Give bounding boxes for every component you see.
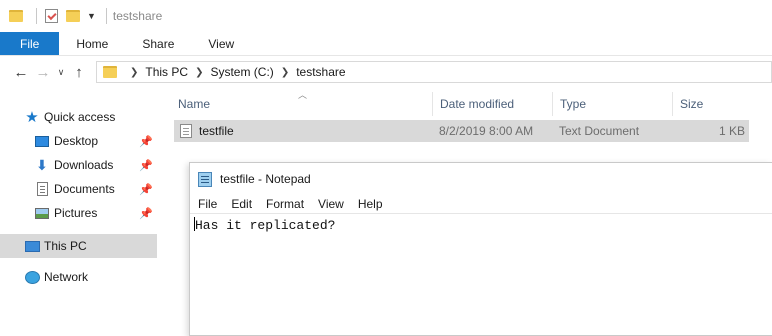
notepad-text-area[interactable]: Has it replicated? [190,213,772,335]
notepad-menu-bar: File Edit Format View Help [190,195,772,213]
title-separator [105,8,107,24]
new-folder-icon[interactable] [65,8,81,24]
pin-icon[interactable]: 📌 [139,135,153,148]
desktop-icon [34,133,50,149]
properties-icon[interactable] [43,8,59,24]
sidebar-item-network[interactable]: Network [0,265,157,289]
tab-share[interactable]: Share [125,32,191,55]
ribbon-tabs: File Home Share View [0,32,772,56]
column-header-name[interactable]: Name [170,92,432,116]
tab-home[interactable]: Home [59,32,125,55]
file-date-modified: 8/2/2019 8:00 AM [439,124,534,138]
sidebar-item-label: Documents [54,182,115,196]
pin-icon[interactable]: 📌 [139,159,153,172]
recent-locations-chevron-icon[interactable]: ∨ [54,61,68,83]
sidebar-item-quick-access[interactable]: ★ Quick access [0,105,157,129]
title-bar: ▼ testshare [0,0,772,32]
sidebar-item-pictures[interactable]: Pictures 📌 [0,201,157,225]
pin-icon[interactable]: 📌 [139,207,153,220]
toolbar-separator [36,8,37,24]
sidebar-item-documents[interactable]: Documents 📌 [0,177,157,201]
navigation-bar: ← → ∨ ↑ ❯ This PC ❯ System (C:) ❯ testsh… [0,56,772,88]
notepad-content: Has it replicated? [195,218,336,233]
notepad-title-bar[interactable]: testfile - Notepad [190,163,772,195]
breadcrumb-system-c[interactable]: System (C:) [210,65,273,79]
file-size: 1 KB [718,124,745,138]
file-type: Text Document [559,124,640,138]
breadcrumb-this-pc[interactable]: This PC [145,65,188,79]
notepad-icon [198,171,212,187]
sidebar-item-label: Quick access [44,110,116,124]
sidebar-item-label: This PC [44,239,87,253]
menu-format[interactable]: Format [259,197,311,211]
menu-edit[interactable]: Edit [224,197,259,211]
navigation-pane: ★ Quick access Desktop 📌 ⬇ Downloads 📌 D… [0,100,160,336]
sidebar-item-label: Pictures [54,206,98,220]
notepad-title: testfile - Notepad [220,172,311,186]
chevron-right-icon[interactable]: ❯ [130,67,138,78]
star-icon: ★ [25,109,39,126]
sidebar-item-this-pc[interactable]: This PC [0,234,157,258]
chevron-right-icon[interactable]: ❯ [195,67,203,78]
pictures-icon [34,205,50,221]
tab-file[interactable]: File [0,32,60,55]
sidebar-item-label: Network [44,270,89,284]
menu-view[interactable]: View [311,197,351,211]
menu-file[interactable]: File [190,197,224,211]
file-name: testfile [199,124,234,138]
customize-toolbar-dropdown-icon[interactable]: ▼ [87,11,96,21]
chevron-right-icon[interactable]: ❯ [281,67,289,78]
address-folder-icon [103,66,117,78]
notepad-window: testfile - Notepad File Edit Format View… [189,162,772,336]
tab-view[interactable]: View [191,32,251,55]
up-arrow-icon[interactable]: ↑ [68,61,90,83]
sidebar-item-desktop[interactable]: Desktop 📌 [0,129,157,153]
file-name-cell: testfile [180,120,234,142]
sidebar-item-downloads[interactable]: ⬇ Downloads 📌 [0,153,157,177]
downloads-icon: ⬇ [36,156,48,173]
sidebar-item-label: Downloads [54,158,114,172]
computer-icon [24,238,40,254]
back-arrow-icon[interactable]: ← [10,61,32,83]
pin-icon[interactable]: 📌 [139,183,153,196]
folder-icon[interactable] [8,8,24,24]
column-header-date-modified[interactable]: Date modified [432,92,552,116]
text-file-icon [180,124,192,138]
column-header-size[interactable]: Size [672,92,750,116]
address-bar[interactable]: ❯ This PC ❯ System (C:) ❯ testshare [96,61,772,83]
table-row[interactable]: testfile 8/2/2019 8:00 AM Text Document … [174,120,749,142]
menu-help[interactable]: Help [351,197,390,211]
file-list: ︿ Name Date modified Type Size testfile … [170,88,772,148]
column-header-type[interactable]: Type [552,92,672,116]
documents-icon [34,181,50,197]
breadcrumb-testshare[interactable]: testshare [296,65,345,79]
sidebar-item-label: Desktop [54,134,99,148]
forward-arrow-icon[interactable]: → [32,61,54,83]
window-title: testshare [112,9,163,23]
network-icon [24,269,40,285]
